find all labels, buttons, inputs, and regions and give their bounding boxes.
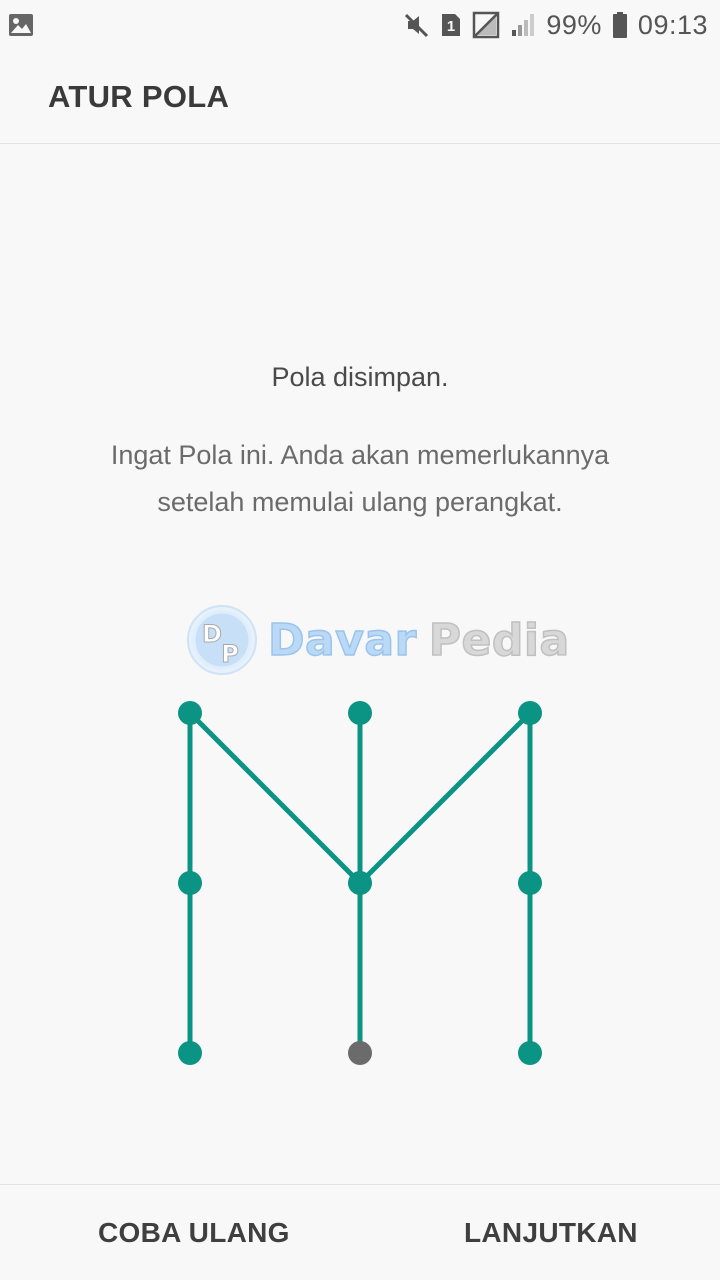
- pattern-dot-7[interactable]: [178, 1041, 202, 1065]
- watermark-word-davar: Davar: [267, 614, 417, 667]
- bottom-bar: COBA ULANG LANJUTKAN: [0, 1184, 720, 1280]
- no-signal-icon: [472, 11, 500, 39]
- sim-slot-label: 1: [447, 18, 455, 35]
- battery-icon: [612, 11, 628, 39]
- pattern-dot-3[interactable]: [518, 701, 542, 725]
- watermark-letter-d: D: [202, 620, 222, 648]
- pattern-dot-2[interactable]: [348, 701, 372, 725]
- gallery-icon: [8, 13, 34, 37]
- watermark: D P Davar Pedia: [186, 600, 570, 680]
- clock: 09:13: [637, 9, 708, 40]
- pattern-dot-8[interactable]: [348, 1041, 372, 1065]
- header: ATUR POLA: [0, 50, 720, 144]
- retry-button[interactable]: COBA ULANG: [98, 1185, 290, 1280]
- watermark-letter-p: P: [221, 640, 239, 668]
- pattern-dot-1[interactable]: [178, 701, 202, 725]
- sim-icon: 1: [440, 12, 462, 38]
- pattern-dot-9[interactable]: [518, 1041, 542, 1065]
- pattern-dot-6[interactable]: [518, 871, 542, 895]
- battery-percent: 99%: [546, 9, 602, 40]
- pattern-stroke-5-3: [357, 710, 533, 886]
- pattern-dot-5[interactable]: [348, 871, 372, 895]
- watermark-word-pedia: Pedia: [428, 614, 570, 667]
- pattern-saved-description: Ingat Pola ini. Anda akan memerlukannya …: [110, 440, 610, 517]
- mute-icon: [404, 12, 430, 38]
- status-bar: 1 99% 09:13: [0, 0, 720, 50]
- pattern-stroke-1-5: [187, 710, 363, 886]
- signal-icon: [510, 12, 536, 38]
- pattern-dot-4[interactable]: [178, 871, 202, 895]
- pattern-saved-title: Pola disimpan.: [271, 362, 449, 392]
- continue-button[interactable]: LANJUTKAN: [464, 1185, 638, 1280]
- page-title: ATUR POLA: [48, 78, 230, 114]
- watermark-logo-icon: D P: [186, 604, 258, 676]
